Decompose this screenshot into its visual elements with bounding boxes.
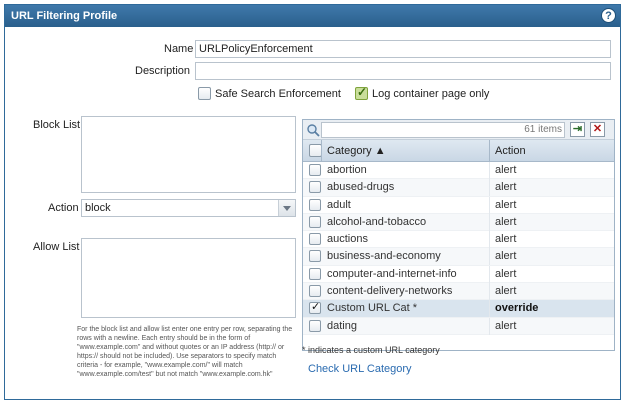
column-divider bbox=[321, 140, 322, 162]
row-category: abortion bbox=[327, 164, 367, 176]
row-action[interactable]: alert bbox=[495, 268, 516, 280]
cell-divider bbox=[489, 231, 490, 249]
action-label: Action bbox=[48, 202, 79, 214]
category-grid: 61 items ⇥ ✕ Category ▲ Action abortion … bbox=[302, 119, 615, 351]
description-label: Description bbox=[135, 65, 191, 77]
allow-list-textarea[interactable] bbox=[81, 238, 296, 318]
cell-divider bbox=[489, 196, 490, 214]
row-category: Custom URL Cat * bbox=[327, 302, 418, 315]
cell-divider bbox=[489, 248, 490, 266]
list-help-text: For the block list and allow list enter … bbox=[77, 326, 293, 378]
row-action[interactable]: alert bbox=[495, 285, 516, 297]
table-row[interactable]: alcohol-and-tobacco alert bbox=[303, 213, 614, 232]
cell-divider bbox=[489, 162, 490, 179]
row-category: dating bbox=[327, 319, 357, 332]
cell-divider bbox=[489, 300, 490, 318]
block-list-textarea[interactable] bbox=[81, 116, 296, 193]
row-category: computer-and-internet-info bbox=[327, 267, 457, 280]
row-category: abused-drugs bbox=[327, 181, 395, 194]
row-action[interactable]: alert bbox=[495, 164, 516, 176]
row-action[interactable]: alert bbox=[495, 320, 516, 332]
table-row[interactable]: abortion alert bbox=[303, 162, 614, 180]
arrow-right-icon[interactable]: ⇥ bbox=[570, 122, 585, 137]
column-divider bbox=[489, 140, 490, 162]
close-icon[interactable]: ✕ bbox=[590, 122, 605, 137]
items-count: 61 items bbox=[524, 124, 562, 135]
action-select-value: block bbox=[85, 202, 111, 214]
row-checkbox[interactable] bbox=[309, 198, 321, 211]
log-container-checkbox[interactable]: ✓ bbox=[355, 85, 368, 100]
cell-divider bbox=[489, 213, 490, 231]
table-row[interactable]: dating alert bbox=[303, 317, 614, 335]
row-action[interactable]: alert bbox=[495, 233, 516, 245]
log-container-label: Log container page only bbox=[372, 88, 490, 100]
cell-divider bbox=[489, 265, 490, 283]
allow-list-label: Allow List bbox=[33, 241, 80, 253]
row-action[interactable]: alert bbox=[495, 250, 516, 262]
table-row[interactable]: Custom URL Cat * override bbox=[303, 300, 614, 318]
dialog-body: Name URLPolicyEnforcement Description Sa… bbox=[5, 27, 620, 399]
column-header-category[interactable]: Category ▲ bbox=[327, 145, 386, 157]
row-checkbox[interactable] bbox=[309, 300, 321, 315]
row-checkbox[interactable] bbox=[309, 267, 321, 280]
row-category: auctions bbox=[327, 233, 368, 246]
row-category: alcohol-and-tobacco bbox=[327, 215, 427, 228]
column-header-action[interactable]: Action bbox=[495, 145, 526, 157]
row-checkbox[interactable] bbox=[309, 164, 321, 176]
custom-category-note: * indicates a custom URL category bbox=[302, 345, 440, 355]
checkmark-icon: ✓ bbox=[357, 85, 368, 99]
table-row[interactable]: abused-drugs alert bbox=[303, 179, 614, 197]
table-row[interactable]: adult alert bbox=[303, 196, 614, 214]
row-checkbox[interactable] bbox=[309, 250, 321, 263]
table-row[interactable]: computer-and-internet-info alert bbox=[303, 265, 614, 284]
row-category: adult bbox=[327, 198, 351, 211]
safe-search-label: Safe Search Enforcement bbox=[215, 88, 341, 100]
dialog-titlebar: URL Filtering Profile ? bbox=[5, 5, 620, 27]
row-checkbox[interactable] bbox=[309, 285, 321, 298]
grid-toolbar: 61 items ⇥ ✕ bbox=[303, 120, 614, 140]
cell-divider bbox=[489, 283, 490, 301]
cell-divider bbox=[489, 317, 490, 335]
name-label: Name bbox=[164, 43, 194, 55]
row-action[interactable]: alert bbox=[495, 199, 516, 211]
help-icon[interactable]: ? bbox=[601, 8, 616, 23]
row-category: content-delivery-networks bbox=[327, 285, 453, 298]
table-row[interactable]: business-and-economy alert bbox=[303, 248, 614, 266]
row-action[interactable]: override bbox=[495, 302, 538, 314]
search-icon bbox=[307, 124, 320, 137]
safe-search-checkbox[interactable] bbox=[198, 87, 211, 100]
action-select[interactable]: block bbox=[81, 199, 296, 217]
row-action[interactable]: alert bbox=[495, 216, 516, 228]
table-row[interactable]: content-delivery-networks alert bbox=[303, 283, 614, 301]
row-checkbox[interactable] bbox=[309, 319, 321, 332]
grid-search-input[interactable]: 61 items bbox=[321, 122, 565, 138]
cell-divider bbox=[489, 179, 490, 197]
row-category: business-and-economy bbox=[327, 250, 441, 263]
check-url-category-link[interactable]: Check URL Category bbox=[308, 363, 412, 375]
dialog-title: URL Filtering Profile bbox=[11, 10, 118, 22]
row-checkbox[interactable] bbox=[309, 215, 321, 228]
grid-header: Category ▲ Action bbox=[303, 140, 614, 162]
table-row[interactable]: auctions alert bbox=[303, 231, 614, 249]
grid-rows: abortion alert abused-drugs alert adult … bbox=[303, 162, 614, 335]
description-field[interactable] bbox=[195, 62, 611, 80]
row-checkbox[interactable] bbox=[309, 233, 321, 246]
chevron-down-icon[interactable] bbox=[278, 200, 295, 216]
row-checkbox[interactable] bbox=[309, 181, 321, 194]
name-field[interactable]: URLPolicyEnforcement bbox=[195, 40, 611, 58]
url-filtering-profile-dialog: URL Filtering Profile ? Name URLPolicyEn… bbox=[4, 4, 621, 400]
block-list-label: Block List bbox=[33, 119, 81, 131]
row-action[interactable]: alert bbox=[495, 181, 516, 193]
